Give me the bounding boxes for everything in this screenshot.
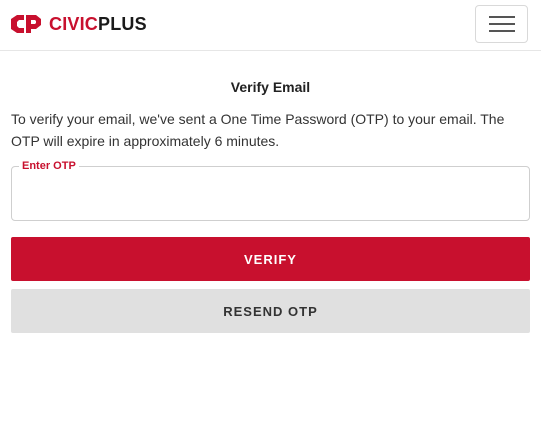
otp-field-label: Enter OTP bbox=[19, 159, 79, 173]
civicplus-logo[interactable]: CIVICPLUS bbox=[11, 12, 147, 36]
otp-field[interactable]: Enter OTP bbox=[11, 159, 530, 221]
verify-button[interactable]: VERIFY bbox=[11, 237, 530, 281]
menu-toggle-button[interactable] bbox=[475, 5, 528, 43]
resend-otp-button[interactable]: RESEND OTP bbox=[11, 289, 530, 333]
verify-description: To verify your email, we've sent a One T… bbox=[11, 111, 505, 149]
page-title: Verify Email bbox=[230, 79, 311, 95]
otp-input[interactable] bbox=[22, 181, 521, 211]
logo-plus-text: PLUS bbox=[98, 14, 147, 34]
logo-civic-text: CIVIC bbox=[49, 14, 99, 34]
logo-wordmark: CIVICPLUS bbox=[49, 12, 147, 36]
civicplus-logo-icon bbox=[11, 15, 41, 33]
hamburger-menu-icon bbox=[488, 16, 515, 32]
site-header: CIVICPLUS bbox=[0, 0, 541, 51]
